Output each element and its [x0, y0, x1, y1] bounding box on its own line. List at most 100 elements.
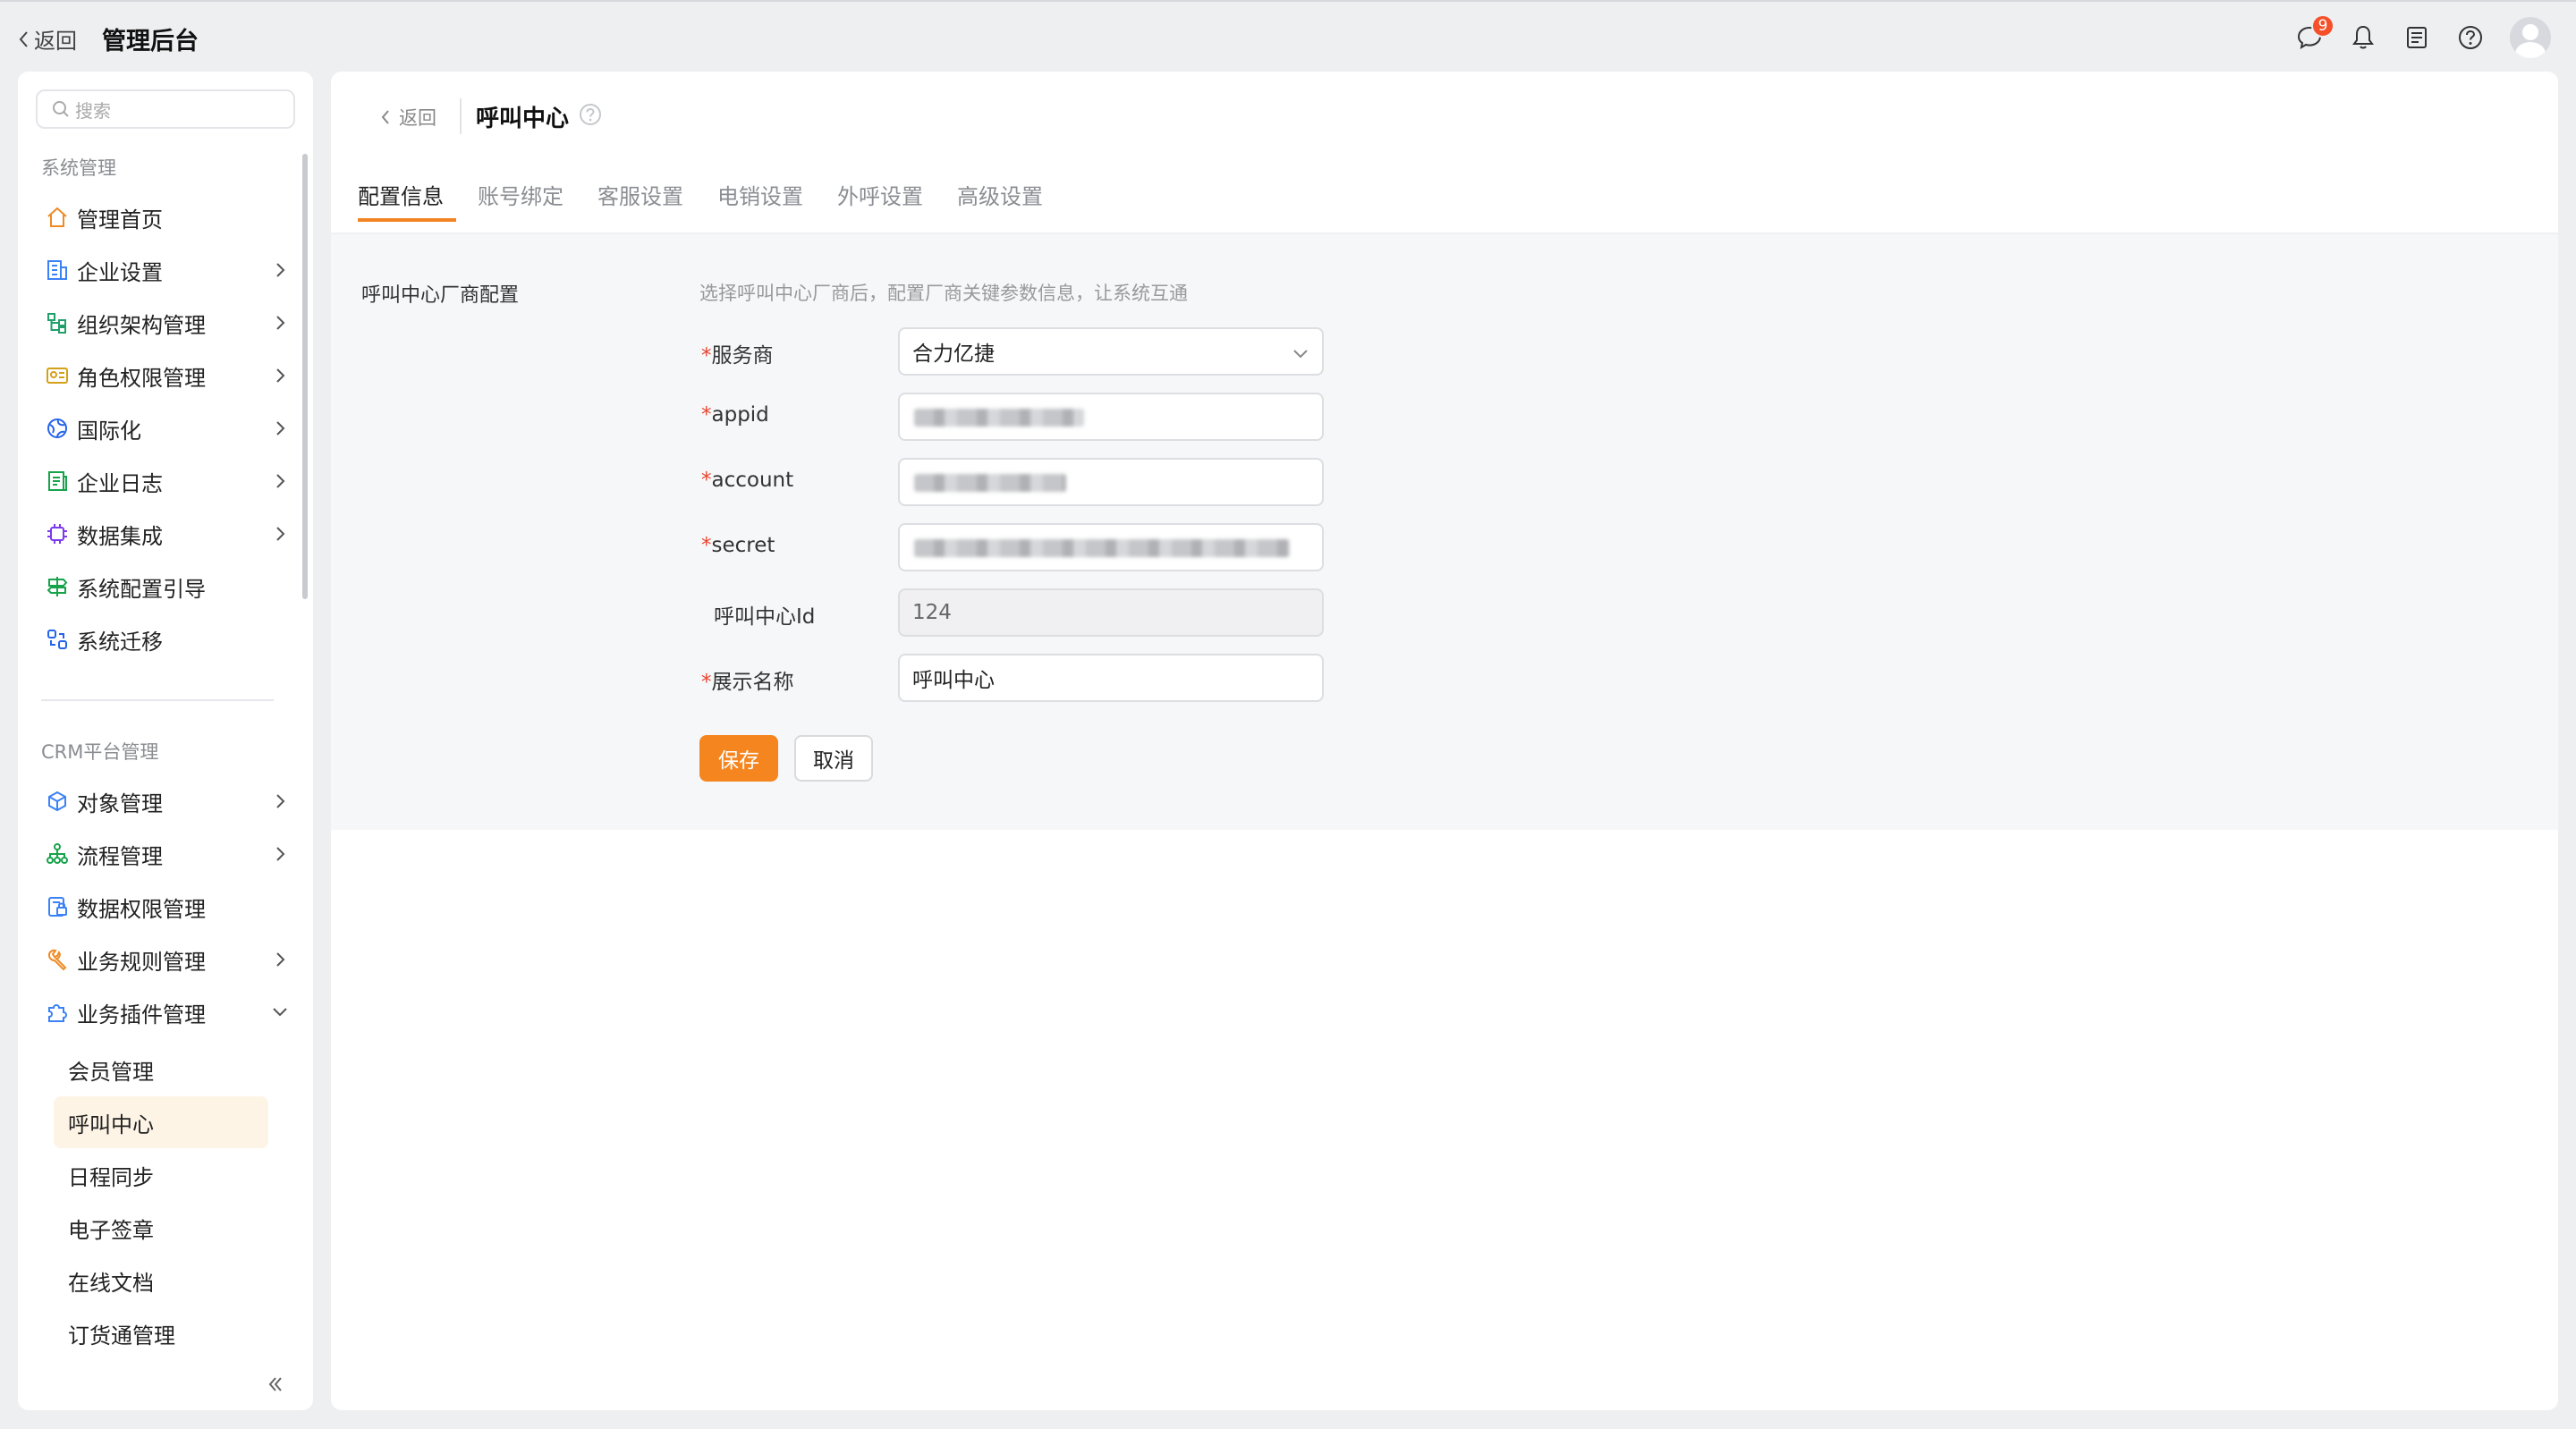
- required-mark: *: [701, 534, 712, 557]
- avatar[interactable]: [2510, 17, 2551, 58]
- help-icon[interactable]: [2444, 16, 2497, 59]
- cancel-button[interactable]: 取消: [794, 735, 873, 782]
- signpost-icon: [45, 574, 70, 599]
- required-mark: *: [701, 469, 712, 492]
- tab-outbound-call[interactable]: 外呼设置: [837, 172, 923, 222]
- tab-customer-service[interactable]: 客服设置: [597, 172, 683, 222]
- sidebar-item-i18n[interactable]: 国际化: [45, 406, 295, 451]
- sidebar-item-plugin-management[interactable]: 业务插件管理: [45, 990, 295, 1035]
- account-label: *account: [701, 469, 793, 492]
- sidebar-item-label: 国际化: [77, 418, 141, 444]
- flow-icon: [45, 841, 70, 867]
- provider-value: 合力亿捷: [912, 342, 995, 366]
- call-center-id-value: 124: [912, 601, 952, 624]
- sidebar-scrollbar[interactable]: [302, 154, 308, 599]
- tab-config-info[interactable]: 配置信息: [358, 172, 456, 222]
- display-name-field[interactable]: 呼叫中心: [898, 654, 1324, 702]
- sidebar-item-label: 流程管理: [77, 843, 163, 869]
- help-icon[interactable]: [578, 102, 603, 127]
- config-hint: 选择呼叫中心厂商后，配置厂商关键参数信息，让系统互通: [699, 283, 1188, 304]
- tab-bar: 配置信息 账号绑定 客服设置 电销设置 外呼设置 高级设置: [358, 172, 1077, 225]
- secret-label-text: secret: [711, 534, 775, 557]
- sidebar-subitem-calendar-sync[interactable]: 日程同步: [54, 1149, 268, 1201]
- chip-icon: [45, 521, 70, 546]
- display-name-label: *展示名称: [701, 664, 794, 695]
- bell-icon[interactable]: [2336, 16, 2390, 59]
- sidebar-item-label: 企业日志: [77, 470, 163, 496]
- notes-icon[interactable]: [2390, 16, 2444, 59]
- appid-label: *appid: [701, 403, 769, 427]
- sidebar-item-enterprise-log[interactable]: 企业日志: [45, 459, 295, 503]
- display-name-value: 呼叫中心: [912, 669, 995, 692]
- sidebar-item-label: 系统迁移: [77, 629, 163, 655]
- sidebar-item-label: 业务规则管理: [77, 949, 206, 975]
- sidebar-subitem-online-docs[interactable]: 在线文档: [54, 1255, 268, 1306]
- sidebar-item-process-management[interactable]: 流程管理: [45, 832, 295, 876]
- masked-value: [914, 539, 1290, 557]
- masked-value: [914, 409, 1084, 427]
- appid-field[interactable]: [898, 393, 1324, 441]
- required-mark: *: [701, 403, 712, 427]
- provider-label: *服务商: [701, 338, 774, 368]
- tab-advanced[interactable]: 高级设置: [957, 172, 1043, 222]
- chevron-left-icon: [381, 110, 389, 124]
- message-icon[interactable]: 9: [2283, 14, 2336, 59]
- message-badge: 9: [2311, 14, 2334, 38]
- sidebar-item-home[interactable]: 管理首页: [45, 195, 295, 240]
- tab-telemarketing[interactable]: 电销设置: [717, 172, 803, 222]
- globe-icon: [45, 416, 70, 441]
- section-title-system: 系统管理: [41, 157, 116, 179]
- breadcrumb-back-label: 返回: [399, 107, 436, 129]
- search-placeholder: 搜索: [75, 99, 111, 122]
- sidebar-subitem-e-signature[interactable]: 电子签章: [54, 1202, 268, 1254]
- sidebar-item-org-structure[interactable]: 组织架构管理: [45, 300, 295, 345]
- sidebar-item-data-integration[interactable]: 数据集成: [45, 512, 295, 556]
- masked-value: [914, 474, 1066, 492]
- sidebar-item-label: 对象管理: [77, 791, 163, 816]
- sidebar-item-object-management[interactable]: 对象管理: [45, 779, 295, 824]
- top-back-link[interactable]: 返回: [18, 23, 77, 55]
- sidebar-subitem-call-center[interactable]: 呼叫中心: [54, 1096, 268, 1148]
- sidebar-item-data-permissions[interactable]: 数据权限管理: [45, 884, 295, 929]
- section-title-crm: CRM平台管理: [41, 741, 159, 763]
- provider-select[interactable]: 合力亿捷: [898, 327, 1324, 376]
- account-field[interactable]: [898, 458, 1324, 506]
- call-center-id-field: 124: [898, 588, 1324, 637]
- chevron-right-icon: [276, 794, 285, 808]
- top-bar: 返回 管理后台 9: [0, 0, 2576, 72]
- tab-account-binding[interactable]: 账号绑定: [478, 172, 564, 222]
- sidebar-subitem-membership[interactable]: 会员管理: [54, 1044, 268, 1095]
- provider-label-text: 服务商: [711, 344, 774, 368]
- org-tree-icon: [45, 310, 70, 335]
- display-name-label-text: 展示名称: [711, 671, 794, 694]
- main-content: 返回 呼叫中心 配置信息 账号绑定 客服设置 电销设置 外呼设置 高级设置 呼叫…: [331, 72, 2558, 1410]
- sidebar-item-config-guide[interactable]: 系统配置引导: [45, 564, 295, 609]
- chevron-right-icon: [276, 263, 285, 277]
- breadcrumb-back[interactable]: 返回: [381, 104, 436, 131]
- puzzle-icon: [45, 1000, 70, 1025]
- search-input[interactable]: 搜索: [36, 89, 295, 129]
- sidebar-item-role-permissions[interactable]: 角色权限管理: [45, 353, 295, 398]
- breadcrumb-separator: [460, 98, 462, 134]
- save-button[interactable]: 保存: [699, 735, 778, 782]
- sidebar-item-label: 系统配置引导: [77, 576, 206, 602]
- collapse-sidebar-icon[interactable]: [265, 1374, 286, 1395]
- secret-field[interactable]: [898, 523, 1324, 571]
- app-title: 管理后台: [102, 28, 199, 55]
- sidebar-subitem-ordering[interactable]: 订货通管理: [54, 1307, 268, 1359]
- sidebar-item-business-rules[interactable]: 业务规则管理: [45, 937, 295, 982]
- id-card-icon: [45, 363, 70, 388]
- required-mark: *: [701, 344, 712, 368]
- config-panel: 呼叫中心厂商配置 选择呼叫中心厂商后，配置厂商关键参数信息，让系统互通 *服务商…: [331, 233, 2558, 830]
- home-icon: [45, 205, 70, 230]
- top-back-label: 返回: [34, 29, 77, 54]
- wrench-icon: [45, 947, 70, 972]
- required-mark: *: [701, 671, 712, 694]
- migrate-icon: [45, 627, 70, 652]
- chevron-right-icon: [276, 316, 285, 330]
- sidebar-item-enterprise-settings[interactable]: 企业设置: [45, 248, 295, 292]
- chevron-right-icon: [276, 421, 285, 435]
- log-icon: [45, 469, 70, 494]
- section-label: 呼叫中心厂商配置: [361, 284, 520, 307]
- sidebar-item-system-migration[interactable]: 系统迁移: [45, 617, 295, 662]
